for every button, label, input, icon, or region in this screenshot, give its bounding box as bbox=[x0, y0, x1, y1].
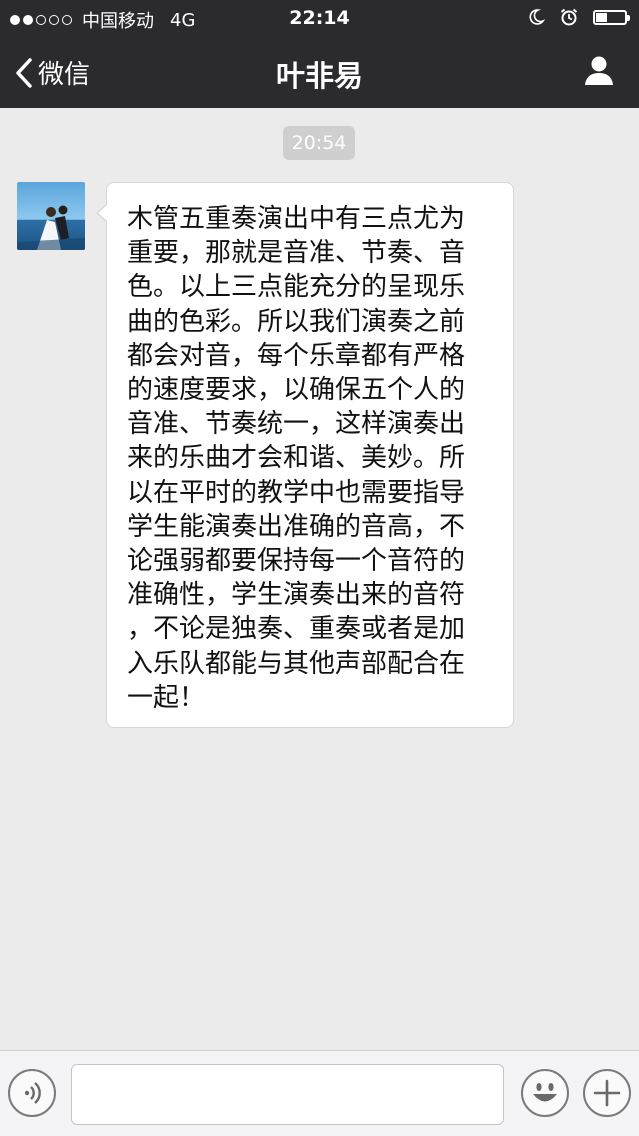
message-timestamp: 20:54 bbox=[283, 126, 355, 160]
message-line: 一起！ bbox=[127, 682, 206, 713]
message-line: 木管五重奏演出中有三点尤为 bbox=[127, 204, 466, 234]
chat-screen: 中国移动 4G 22:14 微信 叶非易 20:54 木管五重奏演出中有三点尤为… bbox=[0, 0, 639, 1136]
status-bar: 中国移动 4G 22:14 bbox=[0, 0, 639, 36]
moon-icon bbox=[529, 9, 545, 25]
message-line: 学生能演奏出准确的音高，不 bbox=[127, 511, 466, 542]
message-line: 的速度要求，以确保五个人的 bbox=[127, 375, 466, 406]
message-line: 色。以上三点能充分的呈现乐 bbox=[127, 272, 466, 303]
message-line: 论强弱都要保持每一个音符的 bbox=[127, 546, 466, 577]
avatar-image bbox=[17, 182, 85, 250]
add-button[interactable] bbox=[583, 1069, 631, 1117]
contact-avatar[interactable] bbox=[17, 182, 85, 250]
message-line: 准确性，学生演奏出来的音符 bbox=[127, 580, 466, 611]
message-line: 音准、节奏统一，这样演奏出 bbox=[127, 409, 466, 440]
voice-icon bbox=[24, 1082, 41, 1104]
profile-button[interactable] bbox=[583, 54, 615, 90]
message-line: 都会对音，每个乐章都有严格 bbox=[127, 340, 466, 371]
message-input[interactable] bbox=[71, 1064, 504, 1125]
voice-button[interactable] bbox=[8, 1069, 56, 1117]
nav-bar: 微信 叶非易 bbox=[0, 36, 639, 108]
plus-icon bbox=[593, 1079, 621, 1107]
message-line: 以在平时的教学中也需要指导 bbox=[127, 477, 466, 508]
page-title: 叶非易 bbox=[275, 59, 363, 93]
person-icon bbox=[585, 56, 613, 85]
battery-icon bbox=[593, 9, 630, 25]
message-text: 木管五重奏演出中有三点尤为 重要，那就是音准、节奏、音 色。以上三点能充分的呈现… bbox=[127, 202, 493, 715]
message-line: 入乐队都能与其他声部配合在 bbox=[127, 648, 466, 679]
status-right bbox=[527, 7, 630, 27]
emoji-button[interactable] bbox=[521, 1069, 569, 1117]
input-bar bbox=[0, 1050, 639, 1136]
message-line: ，不论是独奏、重奏或者是加 bbox=[127, 614, 466, 645]
alarm-icon bbox=[560, 8, 578, 26]
message-bubble[interactable]: 木管五重奏演出中有三点尤为 重要，那就是音准、节奏、音 色。以上三点能充分的呈现… bbox=[96, 182, 514, 728]
message-line: 曲的色彩。所以我们演奏之前 bbox=[127, 306, 466, 337]
emoji-icon bbox=[533, 1083, 557, 1102]
bubble-tail-inner bbox=[98, 204, 108, 222]
message-line: 重要，那就是音准、节奏、音 bbox=[127, 238, 466, 269]
message-line: 来的乐曲才会和谐、美妙。所 bbox=[127, 443, 466, 474]
